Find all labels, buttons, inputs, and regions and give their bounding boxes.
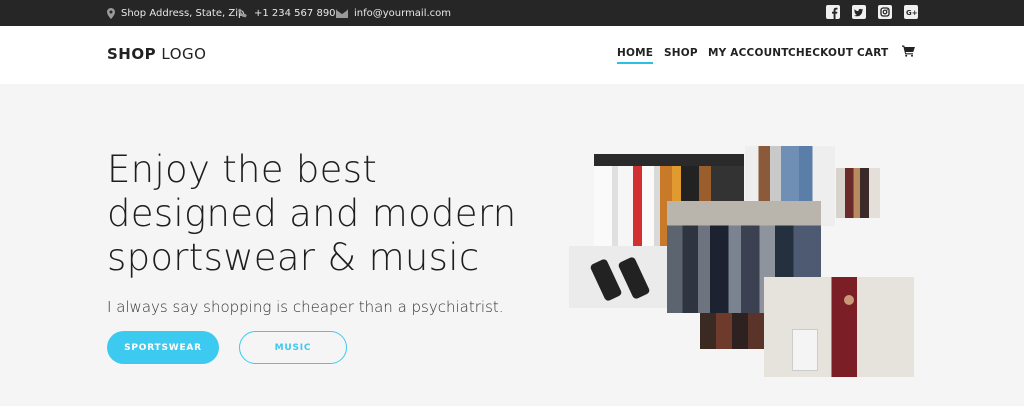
email-info: info@yourmail.com — [336, 0, 451, 26]
headline-line: Enjoy the best — [107, 148, 378, 191]
nav-shop[interactable]: SHOP — [664, 47, 698, 59]
shopper-woman-photo — [764, 277, 914, 377]
google-plus-icon[interactable]: G+ — [904, 5, 918, 19]
phone-info: +1 234 567 890 — [238, 0, 336, 26]
address-text: Shop Address, State, Zip — [121, 7, 245, 19]
address-info: Shop Address, State, Zip — [107, 0, 244, 26]
envelope-icon — [336, 8, 348, 18]
product-collage — [566, 146, 916, 380]
sneakers-photo — [569, 246, 667, 308]
map-pin-icon — [107, 7, 115, 19]
hero-subline: I always say shopping is cheaper than a … — [107, 298, 504, 316]
facebook-icon[interactable] — [826, 5, 840, 19]
email-text[interactable]: info@yourmail.com — [354, 8, 451, 19]
shop-interior-photo — [836, 168, 880, 218]
music-button[interactable]: MUSIC — [239, 331, 347, 364]
nav-checkout[interactable]: CHECKOUT — [788, 47, 853, 59]
twitter-icon[interactable] — [852, 5, 866, 19]
hero-headline: Enjoy the best designed and modern sport… — [107, 148, 527, 280]
shop-logo[interactable]: SHOP LOGO — [107, 45, 206, 63]
svg-text:G+: G+ — [906, 9, 918, 17]
nav-my-account[interactable]: MY ACCOUNT — [708, 47, 789, 59]
sportswear-button[interactable]: SPORTSWEAR — [107, 331, 219, 364]
logo-light-text: LOGO — [161, 45, 207, 63]
cart-icon[interactable] — [902, 45, 915, 57]
nav-cart[interactable]: CART — [857, 47, 888, 59]
nav-home[interactable]: HOME — [617, 47, 654, 64]
logo-bold-text: SHOP — [107, 45, 157, 63]
site-header: SHOP LOGO HOME SHOP MY ACCOUNT CHECKOUT … — [0, 26, 1024, 84]
top-bar: Shop Address, State, Zip +1 234 567 890 … — [0, 0, 1024, 26]
headline-line: designed and modern — [107, 192, 517, 235]
boutique-photo — [700, 313, 764, 349]
phone-icon — [238, 8, 247, 18]
hero-section: Enjoy the best designed and modern sport… — [0, 84, 1024, 406]
instagram-icon[interactable] — [878, 5, 892, 19]
social-links: G+ — [814, 5, 918, 19]
headline-line: sportswear & music — [107, 236, 480, 279]
phone-text[interactable]: +1 234 567 890 — [254, 8, 336, 19]
